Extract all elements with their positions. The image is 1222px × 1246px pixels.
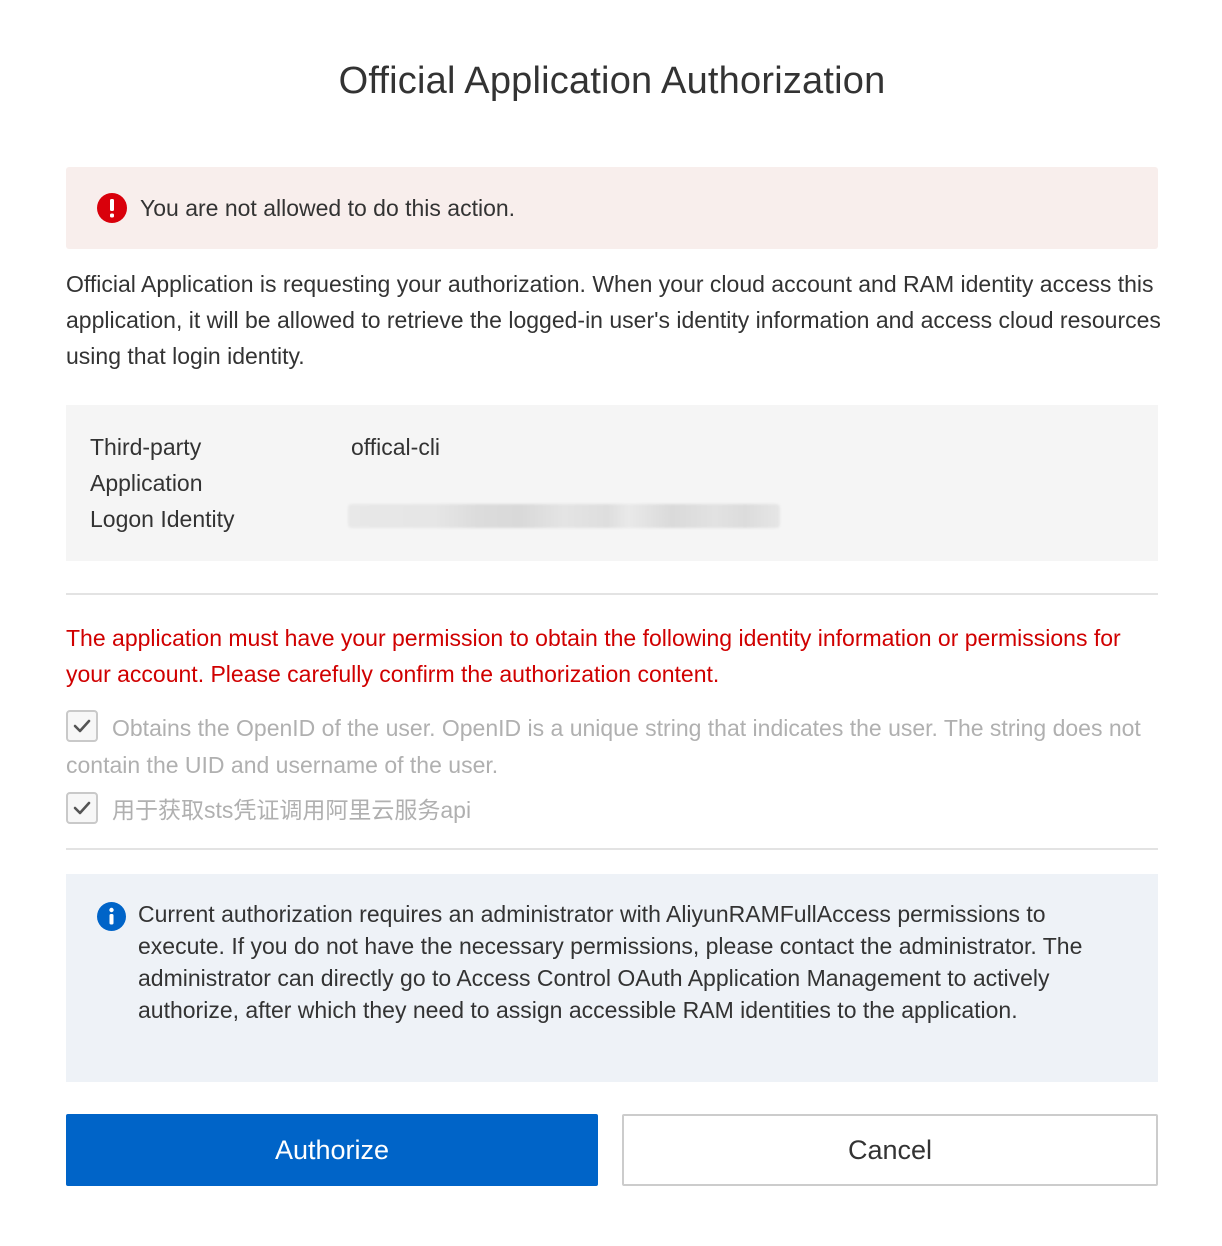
admin-notice-text: Current authorization requires an admini… [138,901,1083,1023]
error-alert: You are not allowed to do this action. [66,167,1158,249]
permission-item-openid-label: Obtains the OpenID of the user. OpenID i… [66,715,1141,778]
divider [66,593,1158,595]
authorize-button[interactable]: Authorize [66,1114,598,1186]
logon-identity-value-redacted [348,504,780,528]
third-party-application-label: Third-party Application [90,434,203,496]
permission-warning: The application must have your permissio… [66,625,1121,687]
logon-identity-label: Logon Identity [90,506,235,532]
permission-item-sts-label: 用于获取sts凭证调用阿里云服务api [112,797,472,823]
permission-item-sts: 用于获取sts凭证调用阿里云服务api [66,792,1158,827]
third-party-application-value: offical-cli [351,434,441,460]
admin-notice: Current authorization requires an admini… [66,874,1158,1082]
info-icon [97,902,126,931]
authorization-description: Official Application is requesting your … [66,271,1161,369]
checkmark-icon [73,801,91,815]
error-alert-message: You are not allowed to do this action. [140,194,516,221]
permission-checkbox-openid[interactable] [66,710,98,742]
page-title: Official Application Authorization [338,60,886,102]
checkmark-icon [73,719,91,733]
permission-item-openid: Obtains the OpenID of the user. OpenID i… [66,710,1158,784]
error-exclamation-icon [97,193,127,223]
permission-checkbox-sts[interactable] [66,792,98,824]
divider [66,848,1158,850]
application-info-panel: Third-party Application offical-cli Logo… [66,405,1158,561]
cancel-button[interactable]: Cancel [622,1114,1158,1186]
